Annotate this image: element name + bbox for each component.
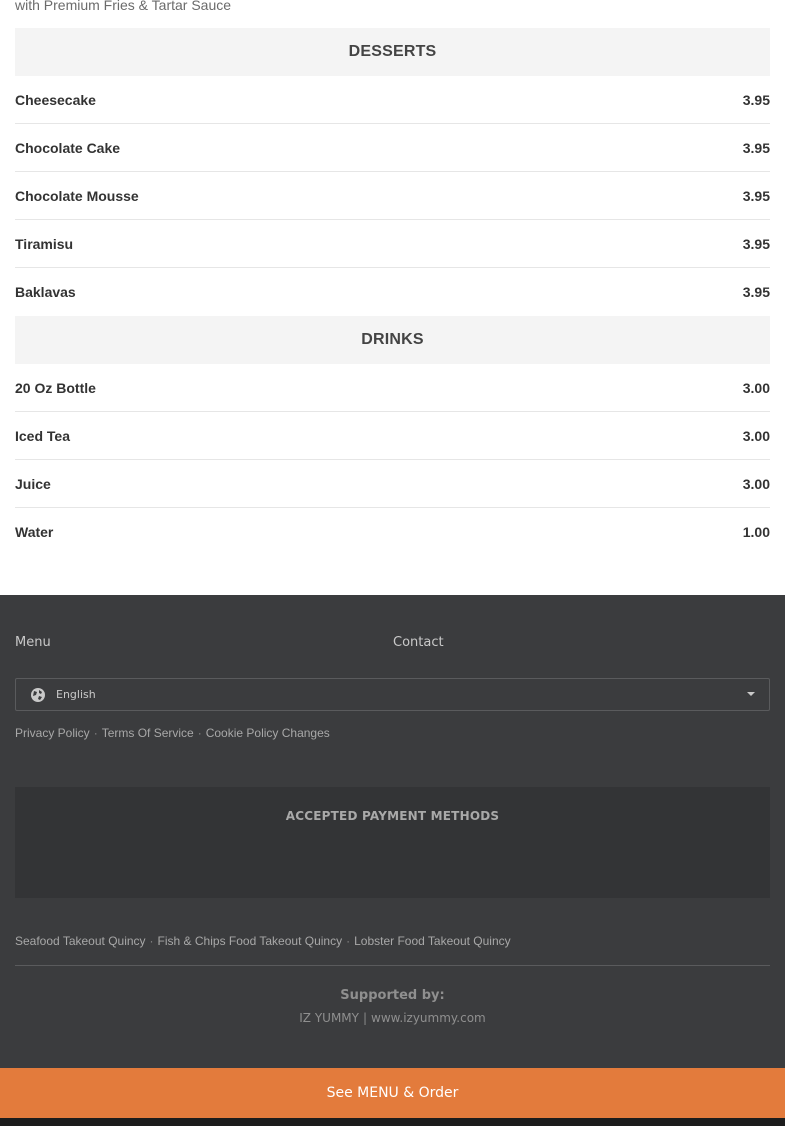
footer-contact-link[interactable]: Contact <box>393 635 444 650</box>
item-price: 3.95 <box>742 235 770 252</box>
supporter-url-link[interactable]: www.izyummy.com <box>371 1011 486 1025</box>
menu-list: DESSERTS Cheesecake 3.95 Chocolate Cake … <box>15 28 770 556</box>
bottom-strip <box>0 1118 785 1126</box>
item-name: Chocolate Mousse <box>15 187 139 204</box>
chevron-down-icon <box>747 692 755 696</box>
footer-menu-link[interactable]: Menu <box>15 635 51 650</box>
menu-item[interactable]: 20 Oz Bottle 3.00 <box>15 364 770 412</box>
supporter-name-link[interactable]: IZ YUMMY <box>299 1011 359 1025</box>
item-price: 1.00 <box>742 524 770 540</box>
item-price: 3.95 <box>742 187 770 204</box>
privacy-policy-link[interactable]: Privacy Policy <box>15 726 90 740</box>
item-price: 3.95 <box>742 284 770 300</box>
item-name: Juice <box>15 475 51 492</box>
supported-by-links: IZ YUMMY | www.izyummy.com <box>299 1011 486 1025</box>
menu-item[interactable]: Chocolate Cake 3.95 <box>15 124 770 172</box>
item-name: Baklavas <box>15 284 76 300</box>
see-menu-order-button[interactable]: See MENU & Order <box>0 1068 785 1118</box>
seo-link[interactable]: Fish & Chips Food Takeout Quincy <box>158 934 343 948</box>
seo-links: Seafood Takeout Quincy · Fish & Chips Food… <box>15 934 511 948</box>
item-name: Chocolate Cake <box>15 139 121 156</box>
menu-item[interactable]: Iced Tea 3.00 <box>15 412 770 460</box>
supported-by-label: Supported by: <box>340 988 445 1003</box>
item-name: Iced Tea <box>15 427 70 444</box>
menu-item[interactable]: Juice 3.00 <box>15 460 770 508</box>
item-price: 3.95 <box>742 91 770 108</box>
language-select[interactable]: English <box>15 678 770 711</box>
seo-link[interactable]: Seafood Takeout Quincy <box>15 934 146 948</box>
cookie-policy-link[interactable]: Cookie Policy Changes <box>206 726 330 740</box>
item-description: with Premium Fries & Tartar Sauce <box>15 0 232 13</box>
language-selected: English <box>56 688 96 701</box>
section-header-drinks: DRINKS <box>15 316 770 364</box>
menu-item[interactable]: Baklavas 3.95 <box>15 268 770 316</box>
menu-item[interactable]: Tiramisu 3.95 <box>15 220 770 268</box>
site-footer: Menu Contact English Privacy Policy · Term… <box>0 595 785 1068</box>
item-price: 3.00 <box>742 475 770 492</box>
item-name: Tiramisu <box>15 235 74 252</box>
item-name: Cheesecake <box>15 91 96 108</box>
globe-icon <box>30 687 46 703</box>
payment-methods-title: ACCEPTED PAYMENT METHODS <box>285 809 500 823</box>
item-price: 3.95 <box>742 139 770 156</box>
terms-of-service-link[interactable]: Terms Of Service <box>102 726 194 740</box>
item-price: 3.00 <box>742 427 770 444</box>
footer-divider <box>15 965 770 966</box>
seo-link[interactable]: Lobster Food Takeout Quincy <box>354 934 511 948</box>
policy-links: Privacy Policy · Terms Of Service · Cookie P… <box>15 726 330 740</box>
item-price: 3.00 <box>742 379 770 396</box>
section-header-desserts: DESSERTS <box>15 28 770 76</box>
item-name: 20 Oz Bottle <box>15 379 96 396</box>
menu-item[interactable]: Chocolate Mousse 3.95 <box>15 172 770 220</box>
menu-item[interactable]: Water 1.00 <box>15 508 770 556</box>
payment-methods-box: ACCEPTED PAYMENT METHODS <box>15 787 770 898</box>
item-name: Water <box>15 524 54 540</box>
menu-item[interactable]: Cheesecake 3.95 <box>15 76 770 124</box>
